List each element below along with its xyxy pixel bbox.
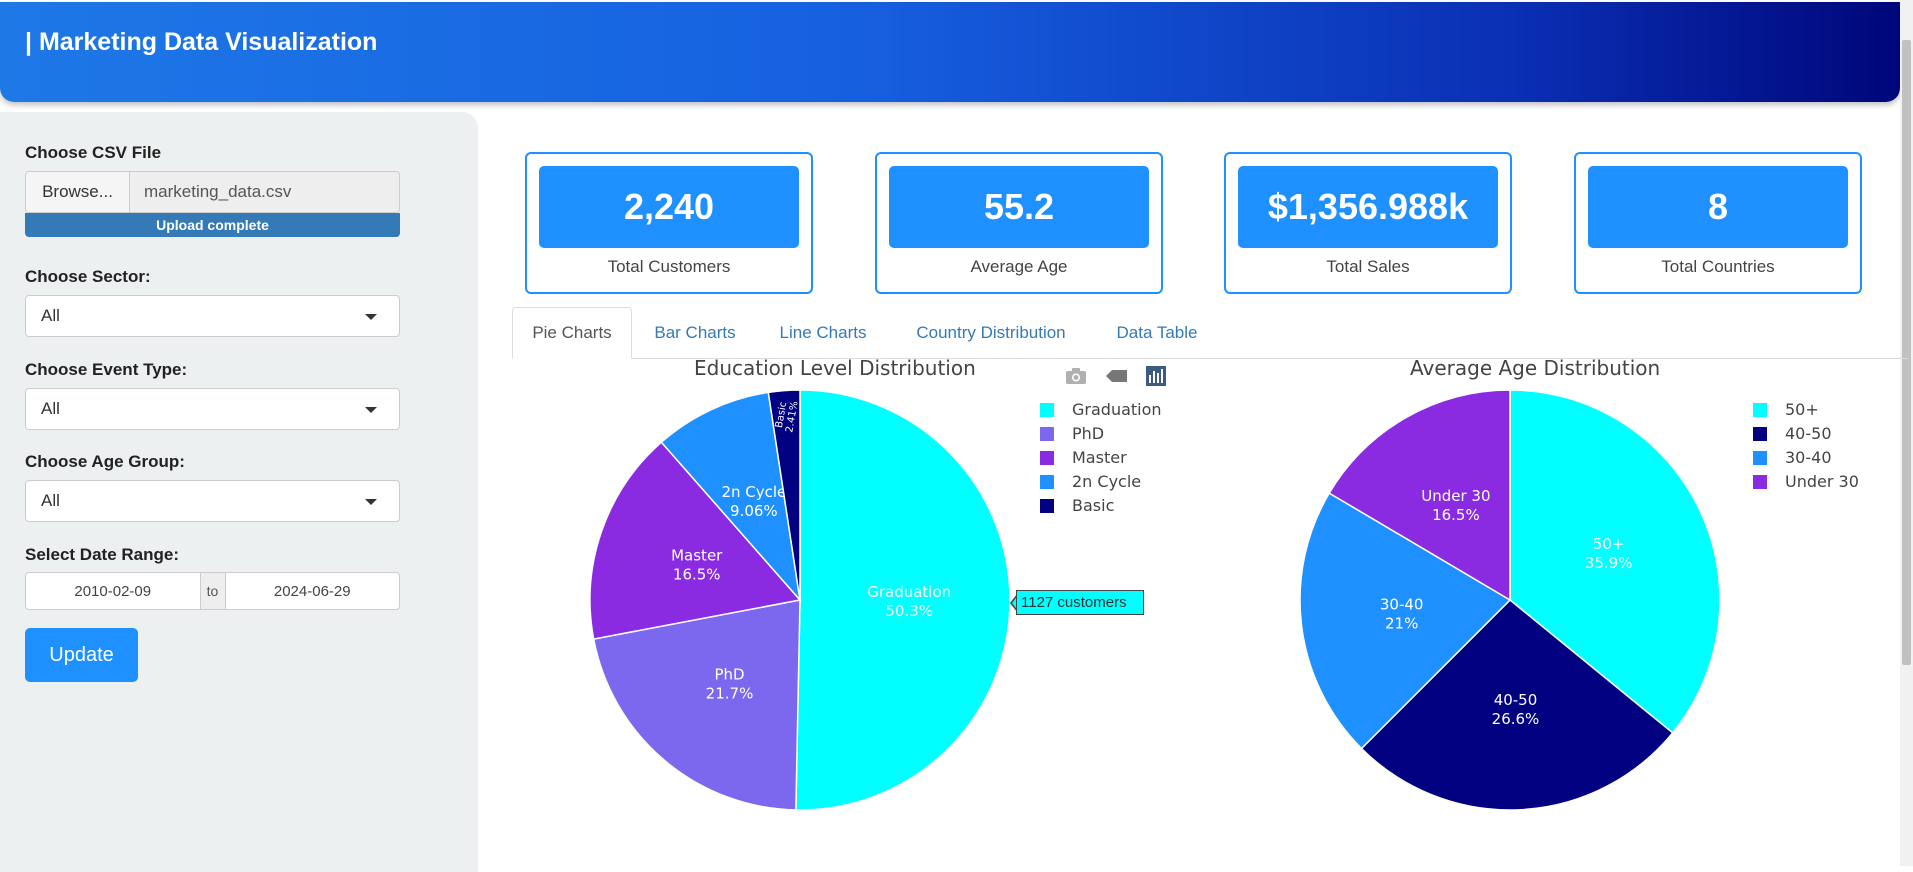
legend-swatch: [1753, 450, 1767, 465]
sector-select[interactable]: All: [25, 295, 400, 337]
legend-swatch: [1040, 498, 1054, 513]
legend-item[interactable]: 30-40: [1753, 448, 1832, 467]
app-header: | Marketing Data Visualization: [0, 2, 1900, 102]
legend-item[interactable]: PhD: [1040, 424, 1104, 443]
kpi-card-customers: 2,240 Total Customers: [525, 152, 813, 294]
kpi-label: Total Countries: [1661, 257, 1775, 276]
chevron-down-icon: [365, 499, 377, 505]
legend-label: 40-50: [1785, 424, 1832, 443]
kpi-value: 2,240: [539, 166, 799, 248]
kpi-value: 8: [1588, 166, 1848, 248]
tag-icon[interactable]: [1106, 370, 1127, 382]
legend-item[interactable]: Master: [1040, 448, 1127, 467]
file-input[interactable]: Browse... marketing_data.csv: [25, 171, 400, 213]
slice-label: 2n Cycle 9.06%: [721, 483, 786, 520]
date-range-separator: to: [199, 573, 226, 609]
legend-label: Graduation: [1072, 400, 1162, 419]
legend-item[interactable]: Under 30: [1753, 472, 1859, 491]
tab-data-table[interactable]: Data Table: [1094, 307, 1220, 359]
bar-chart-icon[interactable]: [1146, 366, 1166, 386]
tab-pie-charts[interactable]: Pie Charts: [512, 307, 632, 359]
hover-tooltip: 1127 customers: [1016, 590, 1144, 615]
legend-swatch: [1753, 474, 1767, 489]
date-end-input[interactable]: 2024-06-29: [226, 573, 400, 609]
tab-line-charts[interactable]: Line Charts: [758, 307, 888, 359]
legend-item[interactable]: 50+: [1753, 400, 1819, 419]
education-pie-chart[interactable]: Graduation 50.3%PhD 21.7%Master 16.5%2n Cyc…: [580, 380, 1020, 820]
age-group-select-value: All: [41, 491, 60, 510]
legend-label: PhD: [1072, 424, 1105, 443]
browse-button[interactable]: Browse...: [26, 172, 130, 212]
chevron-down-icon: [365, 407, 377, 413]
date-start-input[interactable]: 2010-02-09: [26, 573, 200, 609]
tab-country-distribution[interactable]: Country Distribution: [892, 307, 1090, 359]
event-type-label: Choose Event Type:: [25, 360, 188, 379]
legend-label: 2n Cycle: [1072, 472, 1142, 491]
slice-label: 30-40 21%: [1380, 596, 1424, 633]
app-title: | Marketing Data Visualization: [25, 28, 378, 56]
legend-item[interactable]: 40-50: [1753, 424, 1832, 443]
legend-item[interactable]: Basic: [1040, 496, 1114, 515]
csv-file-label: Choose CSV File: [25, 143, 162, 162]
legend-swatch: [1040, 474, 1054, 489]
date-range-input: 2010-02-09 to 2024-06-29: [25, 572, 400, 610]
age-group-label: Choose Age Group:: [25, 452, 185, 471]
legend-swatch: [1753, 402, 1767, 417]
chevron-down-icon: [365, 314, 377, 320]
kpi-value: 55.2: [889, 166, 1149, 248]
legend-swatch: [1040, 450, 1054, 465]
education-chart-title: Education Level Distribution: [694, 356, 976, 380]
age-pie-chart[interactable]: 50+ 35.9%40-50 26.6%30-40 21%Under 30 16.5%: [1290, 380, 1730, 820]
legend-item[interactable]: Graduation: [1040, 400, 1162, 419]
sector-select-value: All: [41, 306, 60, 325]
update-button[interactable]: Update: [25, 628, 138, 682]
legend-label: Master: [1072, 448, 1127, 467]
sector-label: Choose Sector:: [25, 267, 151, 286]
slice-label: 40-50 26.6%: [1492, 691, 1540, 728]
age-chart-title: Average Age Distribution: [1410, 356, 1661, 380]
legend-swatch: [1040, 402, 1054, 417]
tab-bar-charts[interactable]: Bar Charts: [636, 307, 754, 359]
legend-swatch: [1753, 426, 1767, 441]
legend-swatch: [1040, 426, 1054, 441]
legend-label: 30-40: [1785, 448, 1832, 467]
age-group-select[interactable]: All: [25, 480, 400, 522]
upload-progress-bar: Upload complete: [25, 213, 400, 237]
kpi-card-sales: $1,356.988k Total Sales: [1224, 152, 1512, 294]
legend-label: 50+: [1785, 400, 1819, 419]
slice-label: Master 16.5%: [671, 546, 723, 583]
kpi-label: Total Sales: [1326, 257, 1410, 276]
kpi-value: $1,356.988k: [1238, 166, 1498, 248]
page-scrollbar[interactable]: [1900, 0, 1913, 866]
kpi-card-average-age: 55.2 Average Age: [875, 152, 1163, 294]
modebar: [1064, 365, 1169, 387]
legend-item[interactable]: 2n Cycle: [1040, 472, 1141, 491]
kpi-label: Average Age: [970, 257, 1068, 276]
legend-label: Under 30: [1785, 472, 1859, 491]
file-name-field: marketing_data.csv: [144, 182, 292, 201]
event-type-select-value: All: [41, 399, 60, 418]
chart-tabs: Pie Charts Bar Charts Line Charts Countr…: [512, 307, 1908, 359]
date-range-label: Select Date Range:: [25, 545, 179, 564]
event-type-select[interactable]: All: [25, 388, 400, 430]
camera-icon[interactable]: [1066, 368, 1086, 384]
legend-label: Basic: [1072, 496, 1115, 515]
kpi-card-countries: 8 Total Countries: [1574, 152, 1862, 294]
kpi-label: Total Customers: [607, 257, 731, 276]
